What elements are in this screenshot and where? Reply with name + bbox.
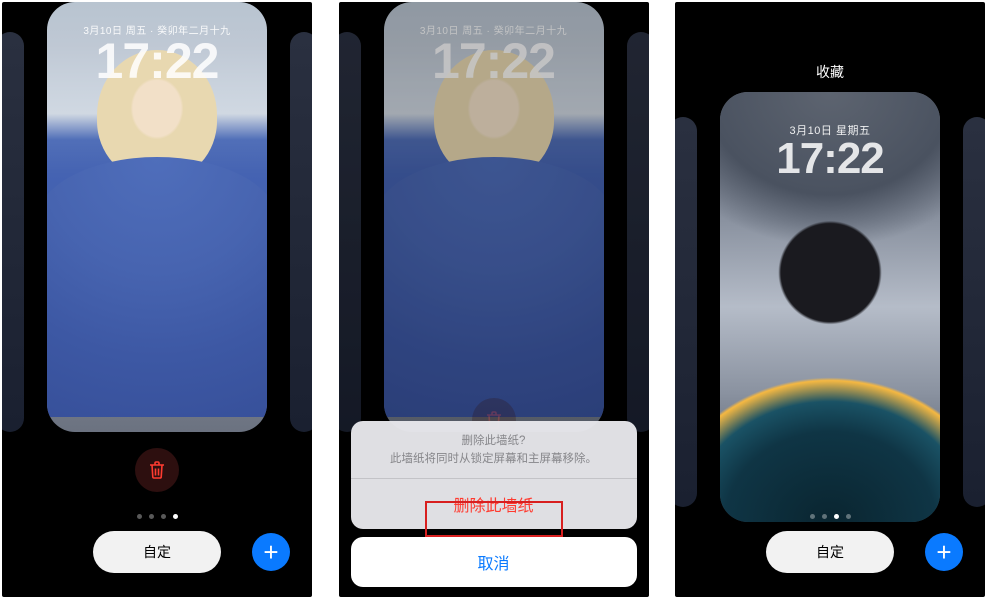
plus-icon: +	[263, 537, 278, 568]
action-sheet-title: 删除此墙纸?	[371, 433, 617, 450]
page-dot-active	[173, 514, 178, 519]
lockscreen-time: 17:22	[47, 32, 267, 90]
page-dot	[161, 514, 166, 519]
trash-icon	[148, 460, 166, 480]
page-dot-active	[834, 514, 839, 519]
bottom-bar: 自定 +	[2, 531, 312, 573]
phone-screen-3: 收藏 3月10日 星期五 17:22 自定 +	[675, 2, 985, 597]
wallpaper-preview[interactable]: 3月10日 周五 · 癸卯年二月十九 17:22	[47, 2, 267, 432]
phone-screen-2: 3月10日 周五 · 癸卯年二月十九 17:22 删除此墙纸? 此墙纸将同时从锁…	[339, 2, 649, 597]
action-sheet-delete-button[interactable]: 删除此墙纸	[351, 478, 637, 529]
bottom-bar: 自定 +	[675, 531, 985, 573]
action-sheet-cancel-button[interactable]: 取消	[351, 537, 637, 587]
add-wallpaper-button[interactable]: +	[925, 533, 963, 571]
action-sheet-header: 删除此墙纸? 此墙纸将同时从锁定屏幕和主屏幕移除。	[351, 421, 637, 478]
action-sheet: 删除此墙纸? 此墙纸将同时从锁定屏幕和主屏幕移除。 删除此墙纸 取消	[351, 421, 637, 587]
customize-button[interactable]: 自定	[93, 531, 221, 573]
delete-wallpaper-button[interactable]	[135, 448, 179, 492]
page-dot	[149, 514, 154, 519]
page-dot	[822, 514, 827, 519]
page-dot	[137, 514, 142, 519]
add-wallpaper-button[interactable]: +	[252, 533, 290, 571]
phone-screen-1: 3月10日 周五 · 癸卯年二月十九 17:22 自定 +	[2, 2, 312, 597]
page-dot	[810, 514, 815, 519]
page-indicator	[675, 514, 985, 519]
page-dot	[846, 514, 851, 519]
lockscreen-time: 17:22	[720, 134, 940, 184]
plus-icon: +	[936, 537, 951, 568]
collections-title: 收藏	[675, 62, 985, 82]
wallpaper-preview[interactable]: 3月10日 星期五 17:22	[720, 92, 940, 522]
preview-peek-right[interactable]	[290, 32, 312, 432]
preview-peek-left[interactable]	[2, 32, 24, 432]
action-sheet-message: 此墙纸将同时从锁定屏幕和主屏幕移除。	[390, 453, 597, 465]
page-indicator	[2, 514, 312, 519]
preview-peek-left[interactable]	[675, 117, 697, 507]
customize-button[interactable]: 自定	[766, 531, 894, 573]
action-sheet-group: 删除此墙纸? 此墙纸将同时从锁定屏幕和主屏幕移除。 删除此墙纸	[351, 421, 637, 529]
preview-peek-right[interactable]	[963, 117, 985, 507]
